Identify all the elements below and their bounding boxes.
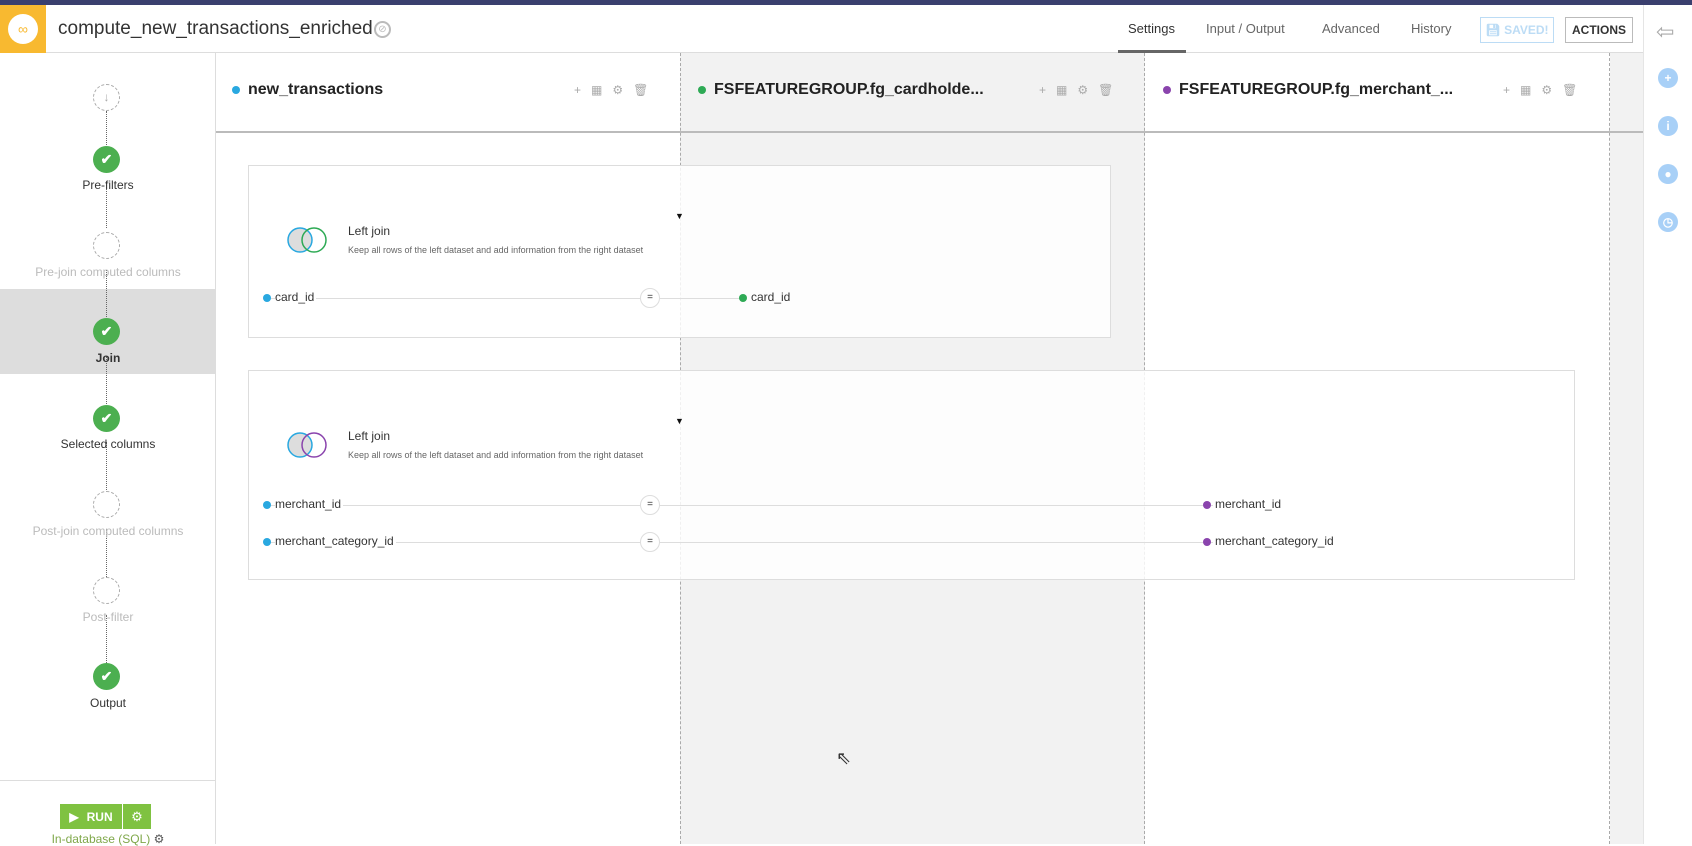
plus-circle-icon[interactable]: + xyxy=(1658,68,1678,88)
check-icon[interactable]: ✔ xyxy=(93,663,120,690)
trash-icon[interactable]: 🗑︎ xyxy=(633,83,648,97)
recipe-header: ∞ compute_new_transactions_enriched ⊘ Se… xyxy=(0,5,1643,53)
comment-icon[interactable]: ● xyxy=(1658,164,1678,184)
dataset-header[interactable]: new_transactions xyxy=(232,81,383,99)
gear-icon[interactable]: ⚙ xyxy=(1541,83,1552,97)
table-icon[interactable]: ▦ xyxy=(1520,83,1531,97)
plus-icon[interactable]: + xyxy=(1039,83,1046,97)
plus-icon[interactable]: + xyxy=(574,83,581,97)
join-type-label[interactable]: Left join xyxy=(348,429,390,443)
step-post-join-computed-columns[interactable]: Post-join computed columns xyxy=(0,524,216,538)
left-column-dot xyxy=(263,294,271,302)
tab-history[interactable]: History xyxy=(1411,21,1451,36)
play-icon: ▶ xyxy=(69,809,79,824)
sidebar-divider xyxy=(0,780,215,781)
tab-input-output[interactable]: Input / Output xyxy=(1206,21,1285,36)
dataset-color-dot xyxy=(1163,86,1171,94)
join-description: Keep all rows of the left dataset and ad… xyxy=(348,450,644,460)
plus-icon[interactable]: + xyxy=(1503,83,1510,97)
clock-icon[interactable]: ◷ xyxy=(1658,212,1678,232)
step-empty-circle[interactable] xyxy=(93,577,120,604)
table-icon[interactable]: ▦ xyxy=(1056,83,1067,97)
step-connector xyxy=(106,111,107,145)
join-condition-row[interactable]: merchant_id = merchant_id xyxy=(263,495,1281,515)
join-block: Left join Keep all rows of the left data… xyxy=(248,370,1575,580)
left-column-name[interactable]: merchant_category_id xyxy=(275,534,396,548)
left-column-name[interactable]: card_id xyxy=(275,290,317,304)
join-type-label[interactable]: Left join xyxy=(348,224,390,238)
right-column-dot xyxy=(1203,538,1211,546)
right-column-name[interactable]: merchant_id xyxy=(1215,497,1281,511)
left-column-name[interactable]: merchant_id xyxy=(275,497,344,511)
check-icon[interactable]: ✔ xyxy=(93,318,120,345)
tab-advanced[interactable]: Advanced xyxy=(1322,21,1380,36)
save-icon: 💾︎ xyxy=(1485,23,1505,37)
start-step-arrow-icon: ↓ xyxy=(93,84,120,111)
dataset-header[interactable]: FSFEATUREGROUP.fg_cardholde... xyxy=(698,81,984,99)
saved-button[interactable]: 💾︎ SAVED! xyxy=(1480,17,1554,43)
recipe-title[interactable]: compute_new_transactions_enriched xyxy=(58,18,373,40)
caret-down-icon[interactable]: ▼ xyxy=(675,211,684,221)
step-pre-join-computed-columns[interactable]: Pre-join computed columns xyxy=(0,265,216,279)
step-join[interactable]: Join xyxy=(0,351,216,365)
dataset-header[interactable]: FSFEATUREGROUP.fg_merchant_... xyxy=(1163,81,1453,99)
operator-button[interactable]: = xyxy=(640,288,660,308)
join-condition-row[interactable]: card_id = card_id xyxy=(263,288,790,308)
run-settings-gear-icon[interactable]: ⚙ xyxy=(123,804,151,829)
arrow-left-icon[interactable]: ⇦ xyxy=(1656,19,1674,45)
step-empty-circle[interactable] xyxy=(93,491,120,518)
step-post-filter[interactable]: Post-filter xyxy=(0,610,216,624)
operator-button[interactable]: = xyxy=(640,532,660,552)
gear-icon[interactable]: ⚙ xyxy=(1077,83,1088,97)
join-recipe-logo: ∞ xyxy=(0,5,46,53)
steps-sidebar: ↓ ✔ Pre-filters Pre-join computed column… xyxy=(0,53,216,844)
trash-icon[interactable]: 🗑︎ xyxy=(1562,83,1577,97)
add-dataset-column xyxy=(1610,53,1643,844)
gear-icon[interactable]: ⚙ xyxy=(612,83,623,97)
join-canvas: new_transactions FSFEATUREGROUP.fg_cardh… xyxy=(216,53,1643,844)
actions-button[interactable]: ACTIONS xyxy=(1565,17,1633,43)
left-join-venn-icon[interactable] xyxy=(287,431,331,459)
step-pre-filters[interactable]: Pre-filters xyxy=(0,178,216,192)
trash-icon[interactable]: 🗑︎ xyxy=(1098,83,1113,97)
left-column-dot xyxy=(263,538,271,546)
step-selected-columns[interactable]: Selected columns xyxy=(0,437,216,451)
dataset-color-dot xyxy=(232,86,240,94)
compass-icon[interactable]: ⊘ xyxy=(374,21,391,38)
right-column-dot xyxy=(1203,501,1211,509)
table-icon[interactable]: ▦ xyxy=(591,83,602,97)
column-header-divider xyxy=(216,131,1643,133)
right-column-name[interactable]: merchant_category_id xyxy=(1215,534,1334,548)
dataset-color-dot xyxy=(698,86,706,94)
left-column-dot xyxy=(263,501,271,509)
step-output[interactable]: Output xyxy=(0,696,216,710)
join-icon: ∞ xyxy=(8,14,38,44)
left-join-venn-icon[interactable] xyxy=(287,226,331,254)
run-button[interactable]: ▶ RUN xyxy=(60,804,122,829)
step-empty-circle[interactable] xyxy=(93,232,120,259)
right-panel: ⇦ + i ● ◷ xyxy=(1643,5,1692,844)
tab-settings[interactable]: Settings xyxy=(1128,21,1175,36)
operator-button[interactable]: = xyxy=(640,495,660,515)
check-icon[interactable]: ✔ xyxy=(93,405,120,432)
check-icon[interactable]: ✔ xyxy=(93,146,120,173)
info-icon[interactable]: i xyxy=(1658,116,1678,136)
mouse-cursor-icon: ⇖ xyxy=(836,748,852,768)
caret-down-icon[interactable]: ▼ xyxy=(675,416,684,426)
right-column-dot xyxy=(739,294,747,302)
join-condition-row[interactable]: merchant_category_id = merchant_category… xyxy=(263,532,1363,552)
join-block: Left join Keep all rows of the left data… xyxy=(248,165,1111,338)
join-description: Keep all rows of the left dataset and ad… xyxy=(348,245,644,255)
right-column-name[interactable]: card_id xyxy=(751,290,790,304)
